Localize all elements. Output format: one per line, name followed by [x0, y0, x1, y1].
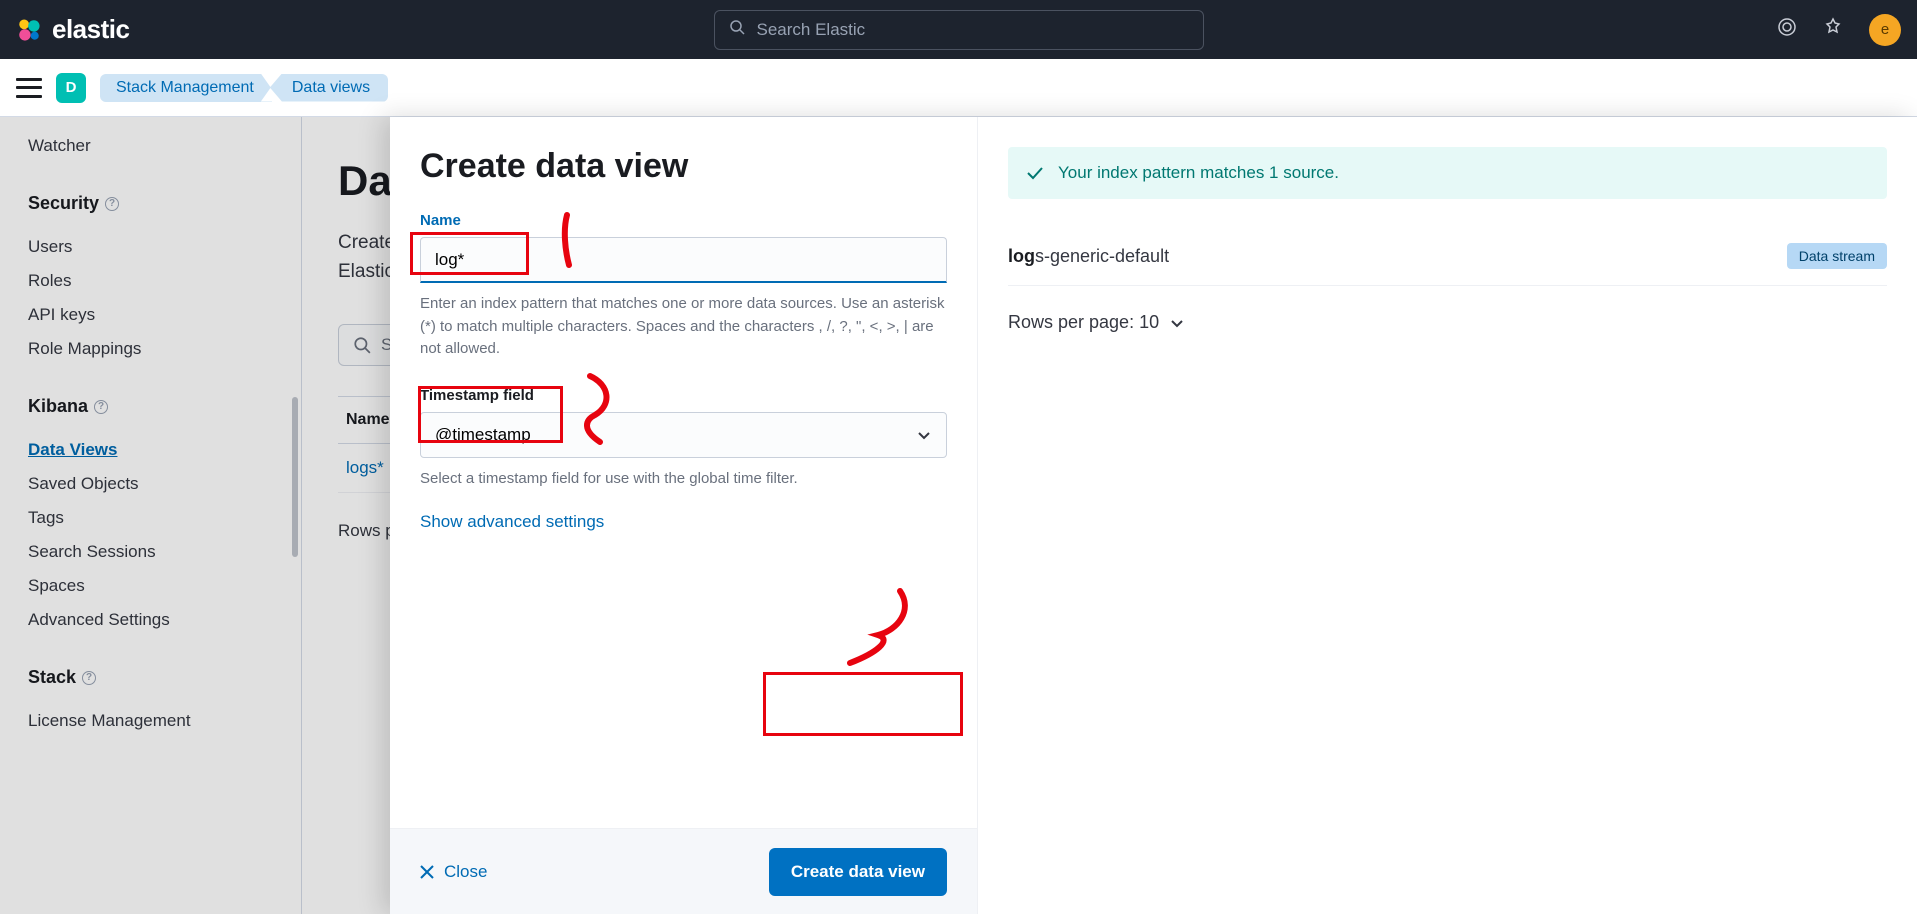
rows-per-label: Rows per page: 10 [1008, 312, 1159, 333]
logo[interactable]: elastic [16, 14, 129, 45]
global-search[interactable] [714, 10, 1204, 50]
global-search-input[interactable] [757, 20, 1189, 40]
brand-text: elastic [52, 14, 129, 45]
flyout-body: Create data view Name Enter an index pat… [390, 117, 977, 828]
chevron-down-icon [1169, 315, 1185, 331]
name-label: Name [420, 212, 947, 229]
create-data-view-button[interactable]: Create data view [769, 848, 947, 896]
name-help-text: Enter an index pattern that matches one … [420, 293, 947, 361]
newsfeed-icon[interactable] [1823, 17, 1843, 42]
search-icon [729, 19, 745, 40]
timestamp-label: Timestamp field [420, 387, 947, 404]
timestamp-select[interactable]: @timestamp [420, 412, 947, 458]
check-icon [1026, 164, 1044, 182]
source-row[interactable]: logs-generic-default Data stream [1008, 243, 1887, 286]
close-button[interactable]: Close [420, 862, 487, 882]
chevron-down-icon [916, 427, 932, 443]
close-label: Close [444, 862, 487, 882]
flyout-side: Your index pattern matches 1 source. log… [978, 117, 1917, 914]
breadcrumb-data-views[interactable]: Data views [270, 74, 388, 102]
advanced-settings-link[interactable]: Show advanced settings [420, 512, 604, 532]
name-input-wrap [420, 237, 947, 283]
timestamp-help-text: Select a timestamp field for use with th… [420, 468, 947, 491]
callout-text: Your index pattern matches 1 source. [1058, 163, 1339, 183]
space-badge[interactable]: D [56, 73, 86, 103]
create-data-view-flyout: Create data view Name Enter an index pat… [390, 117, 1917, 914]
data-stream-badge: Data stream [1787, 243, 1887, 269]
flyout-footer: Close Create data view [390, 828, 977, 914]
nav-toggle-icon[interactable] [16, 78, 42, 98]
top-header: elastic e [0, 0, 1917, 59]
rows-per-page-selector[interactable]: Rows per page: 10 [1008, 312, 1887, 333]
timestamp-value: @timestamp [435, 425, 531, 445]
close-icon [420, 865, 434, 879]
name-input[interactable] [420, 237, 947, 283]
breadcrumb-stack-management[interactable]: Stack Management [100, 74, 272, 102]
second-header: D Stack Management Data views [0, 59, 1917, 117]
header-right: e [1777, 14, 1901, 46]
breadcrumbs: Stack Management Data views [100, 74, 388, 102]
timestamp-select-wrap: @timestamp [420, 412, 947, 458]
source-name: logs-generic-default [1008, 246, 1169, 267]
elastic-logo-icon [16, 17, 42, 43]
flyout-main: Create data view Name Enter an index pat… [390, 117, 978, 914]
flyout-title: Create data view [420, 147, 947, 186]
user-avatar[interactable]: e [1869, 14, 1901, 46]
match-callout: Your index pattern matches 1 source. [1008, 147, 1887, 199]
help-icon[interactable] [1777, 17, 1797, 42]
